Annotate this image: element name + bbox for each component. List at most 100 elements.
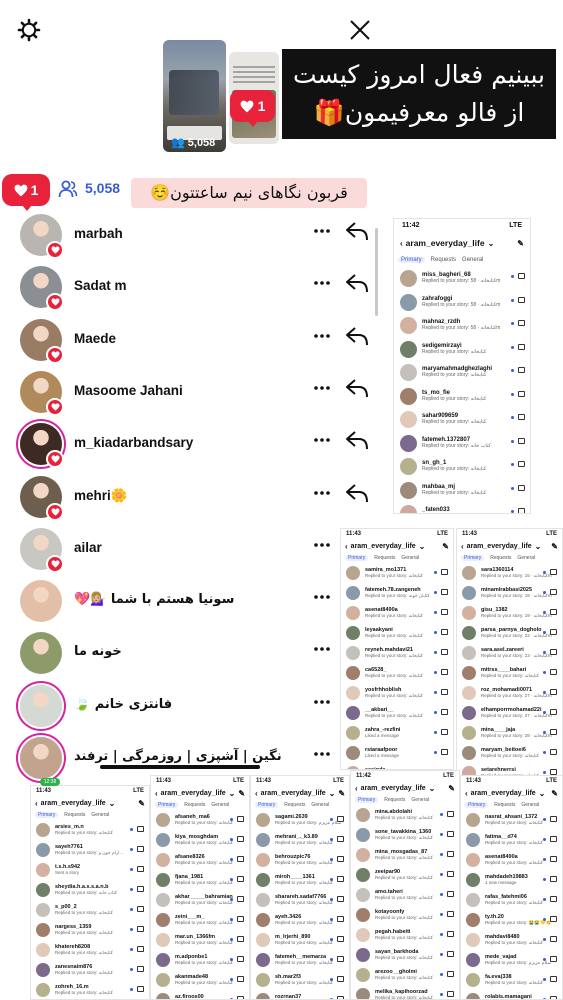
camera-icon[interactable] — [137, 986, 144, 992]
dm-thread-row[interactable]: reyneh.mahdavi21 Replied to your story: … — [341, 643, 453, 663]
dm-thread-row[interactable]: akanmade48 Replied to your story: کتابخا… — [151, 970, 249, 990]
tab-general[interactable]: General — [211, 802, 229, 808]
viewer-row[interactable]: mehri🌼 — [0, 475, 380, 528]
dm-thread-row[interactable]: sahar909659 Replied to your story: کتابخ… — [394, 408, 530, 432]
camera-icon[interactable] — [447, 851, 454, 857]
reply-icon[interactable] — [345, 220, 369, 242]
camera-icon[interactable] — [237, 896, 244, 902]
dm-thread-row[interactable]: afsaneh_ma6 Replied to your story: کتابخ… — [151, 810, 249, 830]
dm-thread-row[interactable]: nargess_1359 Replied to your story: کتاب… — [31, 920, 149, 940]
viewer-username[interactable]: marbah — [74, 226, 123, 241]
story-thumbnail[interactable]: 👥 5,058 — [163, 40, 226, 152]
camera-icon[interactable] — [137, 866, 144, 872]
back-icon[interactable]: ‹ — [355, 784, 358, 793]
camera-icon[interactable] — [550, 936, 557, 942]
viewer-username[interactable]: mehri🌼 — [74, 488, 128, 504]
camera-icon[interactable] — [237, 856, 244, 862]
dm-thread-row[interactable]: arezoo__gholmi Replied to your story: کت… — [351, 965, 459, 985]
chevron-down-icon[interactable]: ⌄ — [229, 789, 236, 798]
camera-icon[interactable] — [237, 816, 244, 822]
tab-general[interactable]: General — [521, 802, 539, 808]
viewer-row[interactable]: فانتزی خانم 🍃 — [0, 684, 380, 737]
tab-primary[interactable]: Primary — [461, 555, 485, 561]
dm-thread-row[interactable]: sagami.2639 Replied to your story: سلام … — [251, 810, 349, 830]
dm-thread-row[interactable]: samira_mo1371 Replied to your story: کتا… — [341, 563, 453, 583]
viewer-row[interactable]: Sadat m — [0, 266, 380, 318]
scrollbar[interactable] — [375, 228, 378, 316]
tab-primary[interactable]: Primary — [345, 555, 369, 561]
dm-thread-row[interactable]: s_p00_2 Replied to your story: کتابخانه — [31, 900, 149, 920]
camera-icon[interactable] — [550, 749, 557, 755]
dm-thread-row[interactable]: zanesnaim876 Replied to your story: کتاب… — [31, 960, 149, 980]
camera-icon[interactable] — [237, 916, 244, 922]
more-options-icon[interactable] — [313, 751, 331, 757]
tab-primary[interactable]: Primary — [355, 797, 379, 803]
camera-icon[interactable] — [550, 569, 557, 575]
camera-icon[interactable] — [550, 876, 557, 882]
back-icon[interactable]: ‹ — [400, 239, 403, 248]
dm-thread-row[interactable]: sayan_barkhoda Replied to your story: کت… — [351, 945, 459, 965]
camera-icon[interactable] — [518, 296, 525, 303]
dm-thread-row[interactable]: zeini___m_ Replied to your story: کتابخا… — [151, 910, 249, 930]
dm-thread-row[interactable]: mina.abdolahi Replied to your story: کتا… — [351, 805, 459, 825]
dm-thread-row[interactable]: mahbaa_mj Replied to your story: کتابخان… — [394, 479, 530, 503]
compose-icon[interactable]: ✎ — [442, 542, 449, 551]
camera-icon[interactable] — [550, 956, 557, 962]
tab-requests[interactable]: Requests — [431, 257, 456, 263]
dm-thread-row[interactable]: __akbari__ Replied to your story: کتابخا… — [341, 703, 453, 723]
viewer-row[interactable]: سونیا هستم با شما 💁🏼‍♀️💖 — [0, 580, 380, 632]
dm-thread-row[interactable]: m_lrjerhi_890 Replied to your story: کتا… — [251, 930, 349, 950]
camera-icon[interactable] — [137, 966, 144, 972]
dm-thread-row[interactable]: pegah.habeiti Replied to your story: کتا… — [351, 925, 459, 945]
dm-thread-row[interactable]: fa.eva(338 Replied to your story: کتابخا… — [461, 970, 562, 990]
viewer-username[interactable]: نگین | آشپزی | روزمرگی | ترفند — [74, 749, 282, 764]
viewer-username[interactable]: سونیا هستم با شما 💁🏼‍♀️💖 — [74, 592, 234, 607]
viewer-username[interactable]: Masoome Jahani — [74, 383, 183, 398]
dm-thread-row[interactable]: rafas_fatehmi06 Replied to your story: ک… — [461, 890, 562, 910]
dm-thread-row[interactable]: melika_kapihoorzad Replied to your story… — [351, 985, 459, 999]
reply-icon[interactable] — [345, 429, 369, 451]
dm-thread-row[interactable]: fatemeh.1372807 Replied to your story: ک… — [394, 432, 530, 456]
dm-thread-row[interactable]: sn_gh_1 Replied to your story: کتابخانه — [394, 455, 530, 479]
viewer-username[interactable]: m_kiadarbandsary — [74, 435, 193, 450]
viewer-row[interactable]: Masoome Jahani — [0, 370, 380, 423]
dm-thread-row[interactable]: sedigemirzayi Replied to your story: کتا… — [394, 338, 530, 362]
camera-icon[interactable] — [550, 589, 557, 595]
dm-thread-row[interactable]: ts_mo_fie Replied to your story: کتابخان… — [394, 385, 530, 409]
camera-icon[interactable] — [550, 836, 557, 842]
tab-general[interactable]: General — [91, 812, 109, 818]
camera-icon[interactable] — [137, 886, 144, 892]
camera-icon[interactable] — [447, 991, 454, 997]
camera-icon[interactable] — [441, 569, 448, 575]
tab-primary[interactable]: Primary — [465, 802, 489, 808]
dm-thread-row[interactable]: fjana_1981 Replied to your story: کتابخا… — [151, 870, 249, 890]
camera-icon[interactable] — [550, 916, 557, 922]
camera-icon[interactable] — [441, 609, 448, 615]
viewer-row[interactable]: marbah — [0, 214, 380, 266]
tab-requests[interactable]: Requests — [64, 812, 85, 818]
dm-thread-row[interactable]: mahdadeh19883 1 new message — [461, 870, 562, 890]
reply-icon[interactable] — [345, 377, 369, 399]
camera-icon[interactable] — [137, 906, 144, 912]
camera-icon[interactable] — [550, 709, 557, 715]
back-icon[interactable]: ‹ — [461, 542, 464, 551]
camera-icon[interactable] — [441, 589, 448, 595]
chevron-down-icon[interactable]: ⌄ — [539, 789, 546, 798]
camera-icon[interactable] — [518, 508, 525, 513]
dm-account-name[interactable]: aram_everyday_life — [261, 790, 326, 797]
camera-icon[interactable] — [550, 976, 557, 982]
camera-icon[interactable] — [550, 729, 557, 735]
more-options-icon[interactable] — [313, 333, 331, 339]
camera-icon[interactable] — [337, 836, 344, 842]
camera-icon[interactable] — [337, 856, 344, 862]
tab-requests[interactable]: Requests — [384, 797, 405, 803]
camera-icon[interactable] — [447, 951, 454, 957]
camera-icon[interactable] — [237, 956, 244, 962]
reply-icon[interactable] — [345, 325, 369, 347]
camera-icon[interactable] — [441, 629, 448, 635]
camera-icon[interactable] — [518, 367, 525, 373]
back-icon[interactable]: ‹ — [345, 542, 348, 551]
tab-general[interactable]: General — [462, 257, 483, 263]
more-options-icon[interactable] — [313, 490, 331, 496]
dm-thread-row[interactable]: asenat8490a Replied to your story: کتابخ… — [461, 850, 562, 870]
